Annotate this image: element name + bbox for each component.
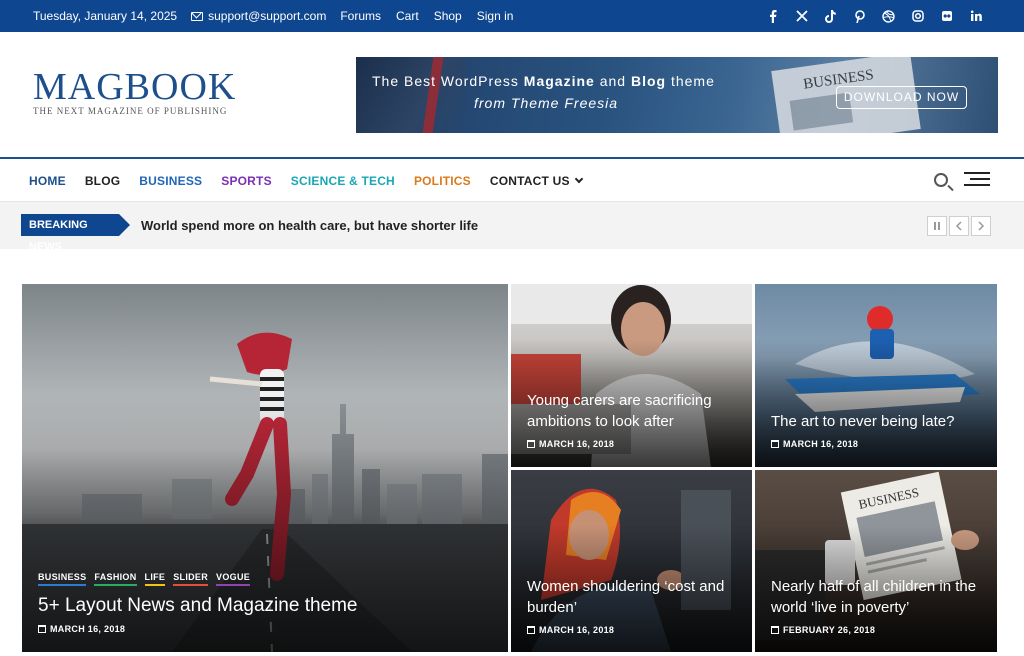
featured-post-4[interactable]: Women shouldering ‘cost and burden’ MARC… <box>511 470 752 652</box>
top-links: Forums Cart Shop Sign in <box>340 9 513 23</box>
breaking-news-headline[interactable]: World spend more on health care, but hav… <box>141 218 478 233</box>
calendar-icon <box>771 440 779 448</box>
ad-banner[interactable]: BUSINESS The Best WordPress Magazine and… <box>356 57 998 133</box>
link-forums[interactable]: Forums <box>340 9 381 23</box>
breaking-news-controls <box>927 216 991 236</box>
main-navigation: HOME BLOG BUSINESS SPORTS SCIENCE & TECH… <box>0 157 1024 202</box>
pause-icon[interactable] <box>927 216 947 236</box>
nav-item-business[interactable]: BUSINESS <box>139 174 202 188</box>
pinterest-icon[interactable] <box>845 9 874 23</box>
post-title[interactable]: 5+ Layout News and Magazine theme <box>38 594 358 618</box>
search-icon[interactable] <box>934 173 948 187</box>
social-links <box>758 0 990 32</box>
post-title[interactable]: Nearly half of all children in the world… <box>771 576 991 618</box>
banner-text-magazine: Magazine <box>523 73 595 89</box>
breaking-news-label: BREAKING NEWS <box>21 214 130 253</box>
nav-item-sports[interactable]: SPORTS <box>221 174 272 188</box>
support-email-text[interactable]: support@support.com <box>208 9 326 23</box>
category-vogue[interactable]: VOGUE <box>216 572 251 586</box>
link-sign-in[interactable]: Sign in <box>477 9 514 23</box>
banner-suit-image <box>356 57 466 133</box>
link-shop[interactable]: Shop <box>434 9 462 23</box>
featured-post-5[interactable]: BUSINESS Nearly half of all children in … <box>755 470 997 652</box>
featured-post-main[interactable]: BUSINESS FASHION LIFE SLIDER VOGUE 5+ La… <box>22 284 508 652</box>
hamburger-menu-icon[interactable] <box>964 172 990 188</box>
post-date-text: MARCH 16, 2018 <box>539 625 615 635</box>
post-title[interactable]: Young carers are sacrificing ambitions t… <box>527 390 742 432</box>
banner-text-theme: theme <box>666 73 715 89</box>
banner-subline: from Theme Freesia <box>474 95 619 111</box>
nav-menu: HOME BLOG BUSINESS SPORTS SCIENCE & TECH… <box>29 174 583 188</box>
banner-text-blog: Blog <box>630 73 667 89</box>
logo-title[interactable]: MAGBOOK <box>33 68 236 106</box>
post-date: MARCH 16, 2018 <box>527 625 614 635</box>
site-logo[interactable]: MAGBOOK THE NEXT MAGAZINE OF PUBLISHING <box>33 68 236 116</box>
support-email[interactable]: support@support.com <box>191 9 326 23</box>
post-date: FEBRUARY 26, 2018 <box>771 625 875 635</box>
current-date: Tuesday, January 14, 2025 <box>33 9 178 23</box>
breaking-news-bar: BREAKING NEWS World spend more on health… <box>0 202 1024 253</box>
nav-item-science-tech[interactable]: SCIENCE & TECH <box>291 174 395 188</box>
post-date: MARCH 16, 2018 <box>38 624 125 634</box>
category-fashion[interactable]: FASHION <box>94 572 137 586</box>
banner-text-prefix: The Best WordPress <box>372 73 524 89</box>
link-cart[interactable]: Cart <box>396 9 419 23</box>
dribbble-icon[interactable] <box>874 9 903 23</box>
nav-item-contact-us-label[interactable]: CONTACT US <box>490 174 570 188</box>
post-title[interactable]: Women shouldering ‘cost and burden’ <box>527 576 747 618</box>
calendar-icon <box>38 625 46 633</box>
post-categories: BUSINESS FASHION LIFE SLIDER VOGUE <box>38 572 251 586</box>
envelope-icon <box>191 11 204 21</box>
chevron-right-icon[interactable] <box>971 216 991 236</box>
x-icon[interactable] <box>787 10 816 22</box>
post-date-text: MARCH 16, 2018 <box>50 624 126 634</box>
chevron-left-icon[interactable] <box>949 216 969 236</box>
featured-post-2[interactable]: Young carers are sacrificing ambitions t… <box>511 284 752 467</box>
flickr-icon[interactable] <box>932 10 961 22</box>
post-date: MARCH 16, 2018 <box>527 439 614 449</box>
banner-headline: The Best WordPress Magazine and Blog the… <box>372 73 715 89</box>
calendar-icon <box>771 626 779 634</box>
nav-item-contact-us[interactable]: CONTACT US <box>490 174 583 188</box>
nav-item-home[interactable]: HOME <box>29 174 66 188</box>
site-header: MAGBOOK THE NEXT MAGAZINE OF PUBLISHING … <box>0 32 1024 156</box>
category-business[interactable]: BUSINESS <box>38 572 87 586</box>
linkedin-icon[interactable] <box>961 10 990 22</box>
facebook-icon[interactable] <box>758 9 787 23</box>
banner-text-and: and <box>594 73 631 89</box>
top-bar: Tuesday, January 14, 2025 support@suppor… <box>0 0 1024 32</box>
category-life[interactable]: LIFE <box>144 572 166 586</box>
post-date: MARCH 16, 2018 <box>771 439 858 449</box>
post-date-text: FEBRUARY 26, 2018 <box>783 625 876 635</box>
nav-item-politics[interactable]: POLITICS <box>414 174 471 188</box>
nav-item-blog[interactable]: BLOG <box>85 174 120 188</box>
calendar-icon <box>527 440 535 448</box>
featured-post-3[interactable]: The art to never being late? MARCH 16, 2… <box>755 284 997 467</box>
chevron-down-icon <box>574 174 583 184</box>
post-date-text: MARCH 16, 2018 <box>783 439 859 449</box>
calendar-icon <box>527 626 535 634</box>
category-slider[interactable]: SLIDER <box>173 572 209 586</box>
post-title[interactable]: The art to never being late? <box>771 411 986 432</box>
instagram-icon[interactable] <box>903 10 932 22</box>
logo-tagline: THE NEXT MAGAZINE OF PUBLISHING <box>33 106 228 116</box>
post-date-text: MARCH 16, 2018 <box>539 439 615 449</box>
download-now-button[interactable]: DOWNLOAD NOW <box>836 86 967 109</box>
tiktok-icon[interactable] <box>816 9 845 23</box>
